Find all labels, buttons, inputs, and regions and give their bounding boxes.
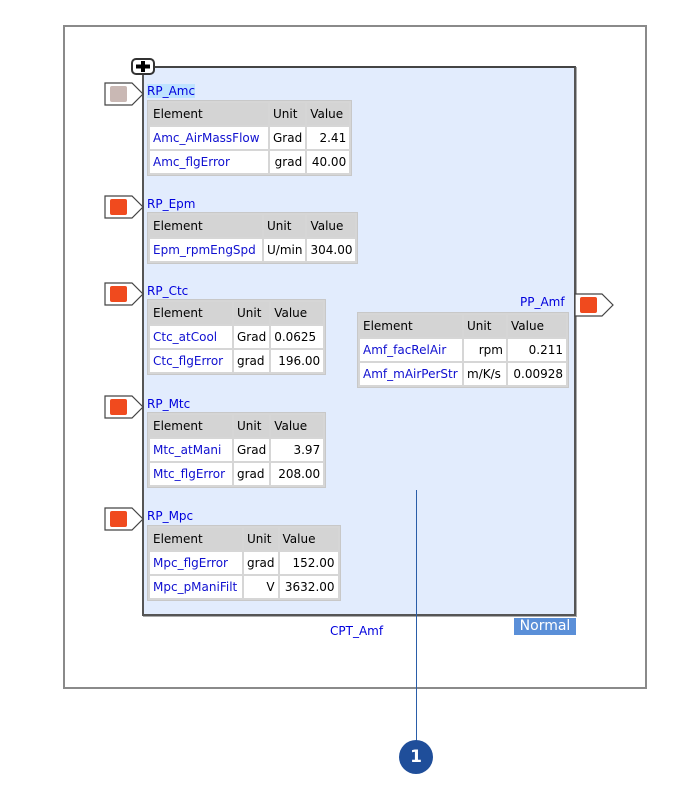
column-header: Unit [464,315,506,337]
element-name[interactable]: Amf_facRelAir [360,339,462,361]
unit-cell: grad [244,552,278,574]
unit-cell: U/min [264,239,306,261]
element-name[interactable]: Epm_rpmEngSpd [150,239,262,261]
callout-leader-line [416,490,417,743]
element-name[interactable]: Amf_mAirPerStr [360,363,462,385]
table-header-row: Element Unit Value [150,302,324,324]
port-name[interactable]: RP_Mtc [147,397,190,411]
signal-table: Element Unit Value Mtc_atMani Grad 3.97 … [147,412,327,488]
element-name[interactable]: Mpc_pManiFilt [150,576,242,598]
table-row[interactable]: Mtc_flgError grad 208.00 [150,463,324,485]
port-name[interactable]: RP_Amc [147,84,196,98]
port-name[interactable]: RP_Ctc [147,284,188,298]
table-header-row: Element Unit Value [150,215,356,237]
column-header: Unit [270,103,306,125]
unit-cell: grad [234,463,270,485]
column-header: Element [150,302,232,324]
value-cell: 3632.00 [279,576,338,598]
callout-marker: 1 [399,740,433,774]
column-header: Unit [234,302,270,324]
column-header: Element [150,415,232,437]
column-header: Element [150,103,268,125]
table-header-row: Element Unit Value [150,415,324,437]
plus-icon [136,61,150,72]
column-header: Value [307,215,356,237]
table-row[interactable]: Mtc_atMani Grad 3.97 [150,439,324,461]
port-name[interactable]: PP_Amf [520,295,565,309]
port-arrow-icon [104,82,144,106]
unit-cell: Grad [234,439,270,461]
unit-cell: grad [234,350,270,372]
table-header-row: Element Unit Value [150,103,350,125]
provide-port-connector-amf[interactable] [574,293,614,317]
column-header: Unit [244,528,278,550]
table-row[interactable]: Amf_mAirPerStr m/K/s 0.00928 [360,363,566,385]
table-row[interactable]: Amc_AirMassFlow Grad 2.41 [150,127,350,149]
column-header: Value [508,315,566,337]
receive-port-connector-mpc[interactable] [104,507,144,531]
value-cell: 40.00 [307,151,350,173]
port-arrow-icon [104,282,144,306]
element-name[interactable]: Mpc_flgError [150,552,242,574]
element-name[interactable]: Ctc_atCool [150,326,232,348]
table-row[interactable]: Mpc_flgError grad 152.00 [150,552,338,574]
port-arrow-icon [574,293,614,317]
value-cell: 0.211 [508,339,566,361]
element-name[interactable]: Mtc_atMani [150,439,232,461]
callout-number: 1 [410,747,422,767]
column-header: Unit [264,215,306,237]
table-header-row: Element Unit Value [150,528,338,550]
element-name[interactable]: Mtc_flgError [150,463,232,485]
value-cell: 208.00 [271,463,324,485]
unit-cell: Grad [234,326,270,348]
unit-cell: m/K/s [464,363,506,385]
port-arrow-icon [104,507,144,531]
table-row[interactable]: Ctc_atCool Grad 0.0625 [150,326,324,348]
column-header: Unit [234,415,270,437]
unit-cell: Grad [270,127,306,149]
unit-cell: grad [270,151,306,173]
receive-port-connector-epm[interactable] [104,195,144,219]
value-cell: 0.0625 [271,326,324,348]
column-header: Value [307,103,350,125]
signal-table: Element Unit Value Amc_AirMassFlow Grad … [147,100,353,176]
value-cell: 304.00 [307,239,356,261]
port-name[interactable]: RP_Mpc [147,509,193,523]
element-name[interactable]: Amc_AirMassFlow [150,127,268,149]
port-arrow-icon [104,195,144,219]
column-header: Element [150,528,242,550]
unit-cell: V [244,576,278,598]
port-name[interactable]: RP_Epm [147,197,195,211]
receive-port-connector-mtc[interactable] [104,395,144,419]
expand-button[interactable] [131,58,155,75]
status-badge: Normal [514,618,576,635]
value-cell: 0.00928 [508,363,566,385]
unit-cell: rpm [464,339,506,361]
signal-table: Element Unit Value Amf_facRelAir rpm 0.2… [357,312,569,388]
value-cell: 3.97 [271,439,324,461]
column-header: Element [150,215,262,237]
component-name[interactable]: CPT_Amf [330,624,383,638]
table-row[interactable]: Mpc_pManiFilt V 3632.00 [150,576,338,598]
port-arrow-icon [104,395,144,419]
value-cell: 196.00 [271,350,324,372]
value-cell: 2.41 [307,127,350,149]
column-header: Value [279,528,338,550]
column-header: Value [271,415,324,437]
element-name[interactable]: Ctc_flgError [150,350,232,372]
value-cell: 152.00 [279,552,338,574]
receive-port-connector-amc[interactable] [104,82,144,106]
table-row[interactable]: Amf_facRelAir rpm 0.211 [360,339,566,361]
signal-table: Element Unit Value Epm_rpmEngSpd U/min 3… [147,212,359,264]
receive-port-connector-ctc[interactable] [104,282,144,306]
element-name[interactable]: Amc_flgError [150,151,268,173]
signal-table: Element Unit Value Ctc_atCool Grad 0.062… [147,299,327,375]
column-header: Value [271,302,324,324]
table-row[interactable]: Ctc_flgError grad 196.00 [150,350,324,372]
column-header: Element [360,315,462,337]
table-row[interactable]: Epm_rpmEngSpd U/min 304.00 [150,239,356,261]
table-header-row: Element Unit Value [360,315,566,337]
signal-table: Element Unit Value Mpc_flgError grad 152… [147,525,341,601]
table-row[interactable]: Amc_flgError grad 40.00 [150,151,350,173]
